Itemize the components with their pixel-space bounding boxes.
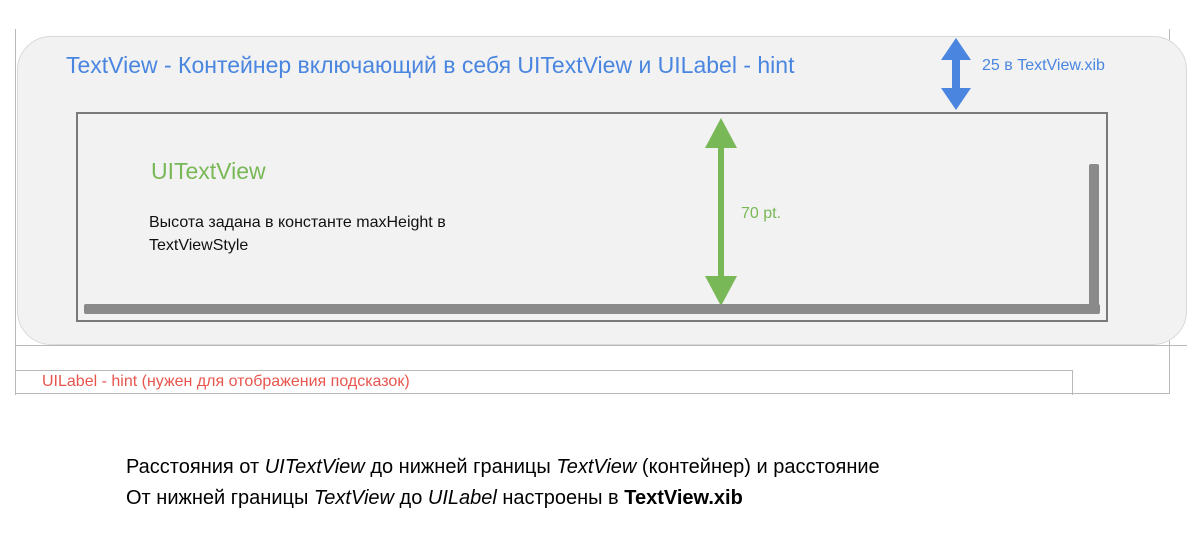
blue-arrow-head-down <box>941 88 971 110</box>
caption-line-2: От нижней границы TextView до UILabel на… <box>126 483 880 514</box>
caption: Расстояния от UITextView до нижней грани… <box>126 452 880 514</box>
caption-text: От нижней границы <box>126 487 314 509</box>
caption-text: настроены в <box>496 487 625 509</box>
blue-double-arrow-icon <box>941 38 971 110</box>
caption-bold-term: TextView.xib <box>624 487 743 509</box>
container-bottom-line <box>15 345 1187 346</box>
green-double-arrow-icon <box>705 118 737 306</box>
caption-text: до нижней границы <box>364 456 557 478</box>
caption-text: Расстояния от <box>126 456 265 478</box>
green-arrow-shaft <box>718 146 724 278</box>
caption-italic-term: TextView <box>556 456 637 478</box>
green-arrow-head-up <box>705 118 737 148</box>
caption-text: (контейнер) и расстояние <box>636 456 880 478</box>
uitextview-description: Высота задана в константе maxHeight в Te… <box>149 214 446 254</box>
uitextview-label: UITextView <box>151 158 266 184</box>
blue-arrow-shaft <box>952 58 960 90</box>
hint-label: UILabel - hint (нужен для отображения по… <box>42 373 410 390</box>
caption-italic-term: UILabel <box>427 487 497 509</box>
caption-italic-term: TextView <box>313 487 394 509</box>
caption-line-1: Расстояния от UITextView до нижней грани… <box>126 452 880 483</box>
height-label: 70 pt. <box>741 205 782 222</box>
green-arrow-head-down <box>705 276 737 306</box>
container-title: TextView - Контейнер включающий в себя U… <box>66 52 795 78</box>
horizontal-scrollbar <box>84 304 1100 314</box>
blue-arrow-head-up <box>941 38 971 60</box>
caption-text: до <box>393 487 428 509</box>
vertical-scrollbar <box>1089 164 1099 314</box>
top-spacing-label: 25 в TextView.xib <box>982 57 1105 74</box>
caption-italic-term: UITextView <box>264 456 365 478</box>
